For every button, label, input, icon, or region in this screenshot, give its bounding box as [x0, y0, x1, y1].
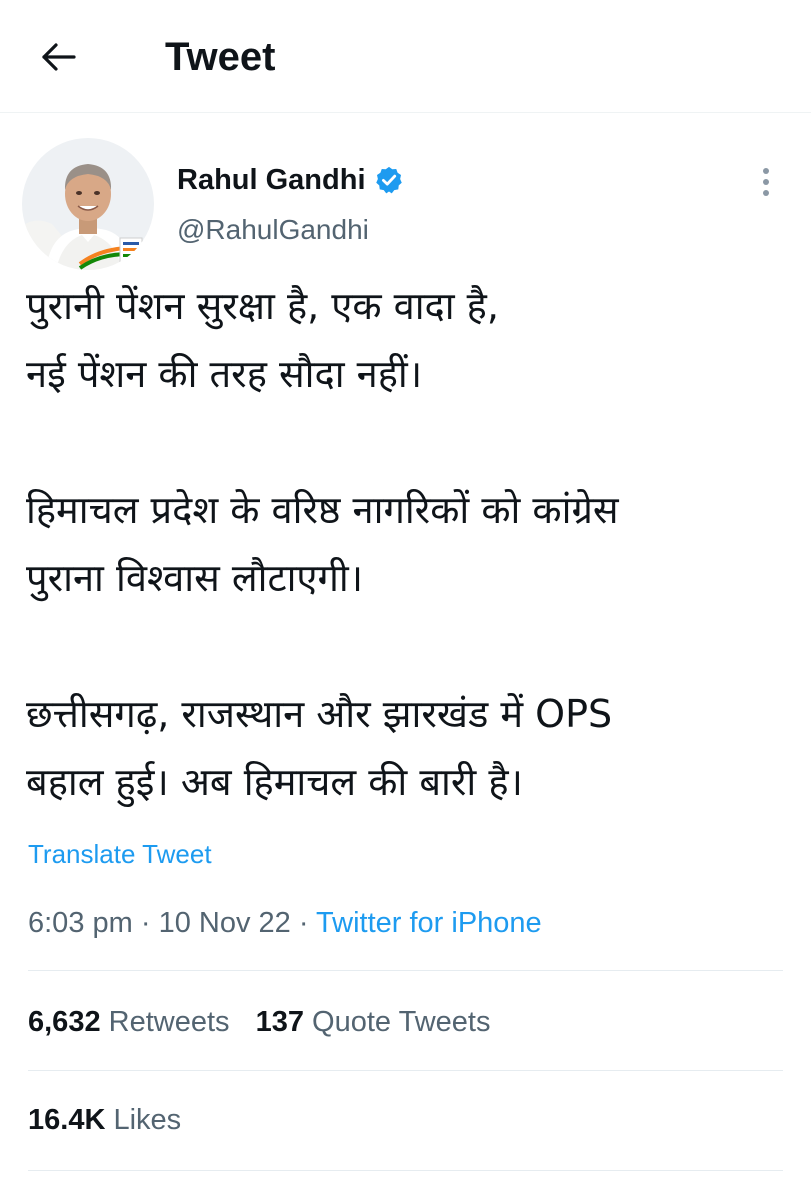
likes-row: 16.4K Likes — [28, 1100, 181, 1140]
tweet-line: पुराना विश्वास लौटाएगी। — [26, 556, 364, 600]
tweet-line: हिमाचल प्रदेश के वरिष्ठ नागरिकों को कांग… — [26, 488, 619, 532]
more-dot-icon — [763, 168, 769, 174]
tweet-line: नई पेंशन की तरह सौदा नहीं। — [26, 352, 423, 396]
retweets-stat[interactable]: 6,632 Retweets — [28, 1002, 230, 1042]
more-options-button[interactable] — [748, 158, 784, 206]
header-divider — [0, 112, 811, 113]
meta-separator: · — [132, 907, 159, 939]
more-dot-icon — [763, 179, 769, 185]
quote-tweets-stat[interactable]: 137 Quote Tweets — [256, 1002, 491, 1042]
tweet-date[interactable]: 10 Nov 22 — [159, 907, 291, 939]
avatar[interactable] — [22, 138, 154, 270]
likes-stat[interactable]: 16.4K Likes — [28, 1100, 181, 1140]
top-bar: Tweet — [0, 0, 811, 112]
retweets-count: 6,632 — [28, 1006, 101, 1038]
tweet-line: छत्तीसगढ़, राजस्थान और झारखंड में OPS — [26, 692, 613, 736]
author-handle[interactable]: @RahulGandhi — [177, 212, 369, 248]
divider — [28, 1170, 783, 1171]
back-button[interactable] — [28, 30, 88, 84]
meta-separator: · — [290, 907, 317, 939]
page-title: Tweet — [165, 35, 276, 79]
likes-count: 16.4K — [28, 1104, 106, 1136]
divider — [28, 1070, 783, 1071]
tweet-meta: 6:03 pm · 10 Nov 22 · Twitter for iPhone — [28, 903, 542, 943]
quotes-count: 137 — [255, 1006, 304, 1038]
engagement-row: 6,632 Retweets 137 Quote Tweets — [28, 1002, 490, 1042]
arrow-left-icon — [42, 43, 76, 71]
tweet-line: पुरानी पेंशन सुरक्षा है, एक वादा है, — [26, 284, 499, 328]
tweet-text: पुरानी पेंशन सुरक्षा है, एक वादा है, नई … — [26, 272, 796, 816]
tweet-time[interactable]: 6:03 pm — [28, 907, 133, 939]
verified-badge-icon — [374, 165, 404, 195]
divider — [28, 970, 783, 971]
translate-tweet-link[interactable]: Translate Tweet — [28, 836, 212, 872]
tweet-line: बहाल हुई। अब हिमाचल की बारी है। — [26, 760, 523, 804]
tweet-source[interactable]: Twitter for iPhone — [316, 907, 542, 939]
retweets-label: Retweets — [108, 1006, 230, 1038]
more-dot-icon — [763, 190, 769, 196]
author-name[interactable]: Rahul Gandhi — [177, 162, 366, 198]
author-name-row: Rahul Gandhi — [177, 162, 404, 198]
likes-label: Likes — [113, 1104, 182, 1136]
quotes-label: Quote Tweets — [312, 1006, 491, 1038]
profile-photo — [22, 138, 154, 270]
